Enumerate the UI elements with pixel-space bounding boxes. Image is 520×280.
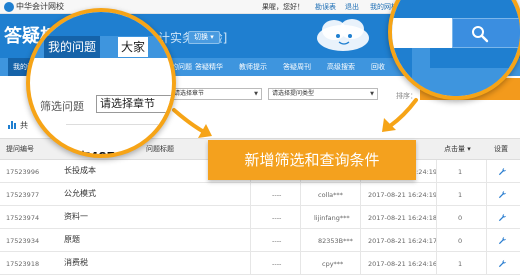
row-clicks: 0	[458, 237, 463, 245]
zoom-tab-everyone[interactable]: 大家	[118, 37, 149, 57]
wrench-icon[interactable]	[498, 167, 507, 176]
wrench-icon[interactable]	[498, 259, 507, 268]
row-date: 2017-08-21 16:24:16	[368, 260, 438, 268]
site-logo-text: 中华会计网校	[16, 2, 64, 11]
zoom-tab-my-questions[interactable]: 我的问题	[44, 36, 101, 58]
row-clicks: 1	[458, 260, 463, 268]
zoom-filter-label: 筛选问题	[40, 100, 84, 113]
row-clicks: 0	[458, 214, 463, 222]
row-id: 17523977	[6, 191, 40, 199]
search-icon	[472, 26, 489, 43]
row-id: 17523934	[6, 237, 40, 245]
col-id: 提问编号	[6, 145, 34, 153]
logout-link[interactable]: 退出	[345, 2, 359, 12]
row-title[interactable]: 资料一	[64, 212, 88, 222]
question-type-select[interactable]: 请选择提问类型 ▼	[268, 88, 378, 100]
row-clicks: 1	[458, 191, 463, 199]
feature-callout-banner: 新增筛选和查询条件	[208, 140, 416, 180]
row-clicks: 1	[458, 168, 463, 176]
zoom-chapter-select[interactable]: 请选择章节	[96, 95, 172, 113]
callout-arrow-right-icon	[382, 98, 418, 132]
column-divider	[436, 160, 437, 275]
nav-advanced-search[interactable]: 高级搜索	[322, 58, 360, 76]
row-user: 82353B***	[318, 237, 353, 245]
row-dash: ----	[272, 191, 282, 199]
row-dash: ----	[272, 260, 282, 268]
zoom-search-input[interactable]	[392, 18, 452, 48]
nav-recycle[interactable]: 回收	[366, 58, 390, 76]
nav-faq-essence[interactable]: 答疑精华	[190, 58, 228, 76]
row-dash: ----	[272, 214, 282, 222]
nav-teacher-tips[interactable]: 教师提示	[234, 58, 272, 76]
row-title[interactable]: 公允模式	[64, 189, 96, 199]
col-clicks[interactable]: 点击量 ▾	[444, 138, 471, 160]
zoom-search-button[interactable]	[452, 18, 520, 48]
row-id: 17523974	[6, 214, 40, 222]
wrench-icon[interactable]	[498, 236, 507, 245]
row-user: lijinfang***	[314, 214, 350, 222]
errata-link[interactable]: 勘误表	[315, 2, 336, 12]
switch-subject-button[interactable]: 切换 ▾	[188, 31, 220, 44]
row-id: 17523918	[6, 260, 40, 268]
row-date: 2017-08-21 16:24:17	[368, 237, 438, 245]
callout-arrow-left-icon	[172, 108, 212, 138]
row-date: 2017-08-21 16:24:18	[368, 214, 438, 222]
row-date: 2017-08-21 16:24:19	[368, 191, 438, 199]
wrench-icon[interactable]	[498, 213, 507, 222]
row-title[interactable]: 原题	[64, 235, 80, 245]
cloud-mascot-icon	[317, 19, 369, 51]
row-id: 17523996	[6, 168, 40, 176]
greeting-text: 果喔，您好！	[262, 3, 304, 11]
row-user: cpy***	[322, 260, 344, 268]
count-label: 共	[20, 121, 28, 130]
row-title[interactable]: 消费税	[64, 258, 88, 268]
row-title[interactable]: 长投成本	[64, 166, 96, 176]
row-dash: ----	[272, 237, 282, 245]
bar-chart-icon	[8, 121, 16, 129]
wrench-icon[interactable]	[498, 190, 507, 199]
magnifier-search-zoom	[388, 0, 520, 100]
column-divider	[486, 160, 487, 275]
col-settings: 设置	[494, 145, 508, 153]
nav-weekly[interactable]: 答疑周刊	[278, 58, 316, 76]
row-user: colla***	[318, 191, 343, 199]
chapter-select[interactable]: 请选择章节 ▼	[170, 88, 262, 100]
magnifier-filter-zoom: 我的问题 大家 筛选问题 请选择章节 共有487084	[26, 8, 176, 158]
logo-icon	[4, 2, 14, 12]
